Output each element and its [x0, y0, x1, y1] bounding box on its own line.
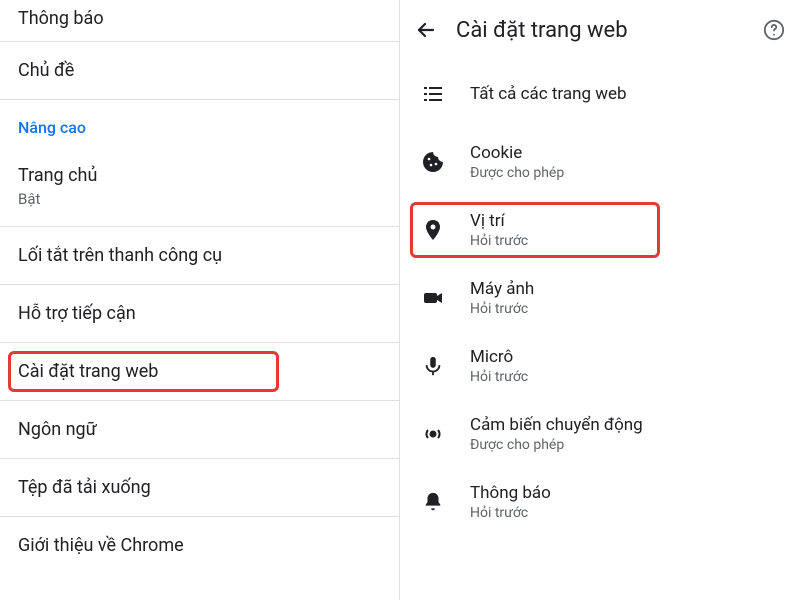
item-title: Thông báo	[470, 483, 551, 503]
item-title: Tệp đã tải xuống	[18, 477, 381, 498]
location-icon	[420, 217, 446, 243]
list-icon	[420, 81, 446, 107]
settings-item-language[interactable]: Ngôn ngữ	[0, 401, 399, 459]
item-subtitle: Được cho phép	[470, 437, 643, 453]
item-title: Cookie	[470, 143, 564, 163]
item-title: Micrô	[470, 347, 528, 367]
settings-item-accessibility[interactable]: Hỗ trợ tiếp cận	[0, 285, 399, 343]
settings-item-downloads[interactable]: Tệp đã tải xuống	[0, 459, 399, 517]
section-advanced: Nâng cao	[0, 100, 399, 147]
item-subtitle: Bật	[18, 190, 381, 208]
item-subtitle: Hỏi trước	[470, 369, 528, 385]
site-item-all-sites[interactable]: Tất cả các trang web	[400, 60, 800, 128]
sensor-icon	[420, 421, 446, 447]
site-item-notifications[interactable]: Thông báo Hỏi trước	[400, 468, 800, 536]
item-title: Cài đặt trang web	[18, 361, 381, 382]
settings-list: Thông báo Chủ đề Nâng cao Trang chủ Bật …	[0, 0, 400, 600]
site-settings-pane: Cài đặt trang web Tất cả các trang web C…	[400, 0, 800, 600]
item-title: Giới thiệu về Chrome	[18, 535, 381, 556]
settings-item-notifications[interactable]: Thông báo	[0, 0, 399, 42]
item-subtitle: Hỏi trước	[470, 505, 551, 521]
item-title: Thông báo	[18, 8, 381, 29]
back-button[interactable]	[414, 18, 438, 42]
bell-icon	[420, 489, 446, 515]
item-title: Cảm biến chuyển động	[470, 415, 643, 435]
help-icon	[763, 19, 785, 41]
item-title: Lối tắt trên thanh công cụ	[18, 245, 381, 266]
item-title: Máy ảnh	[470, 279, 534, 299]
help-button[interactable]	[762, 18, 786, 42]
site-item-motion-sensor[interactable]: Cảm biến chuyển động Được cho phép	[400, 400, 800, 468]
item-title: Trang chủ	[18, 165, 381, 186]
item-title: Chủ đề	[18, 60, 381, 81]
site-item-camera[interactable]: Máy ảnh Hỏi trước	[400, 264, 800, 332]
item-subtitle: Được cho phép	[470, 165, 564, 181]
item-title: Hỗ trợ tiếp cận	[18, 303, 381, 324]
site-item-location[interactable]: Vị trí Hỏi trước	[400, 196, 800, 264]
item-subtitle: Hỏi trước	[470, 301, 534, 317]
mic-icon	[420, 353, 446, 379]
item-subtitle: Hỏi trước	[470, 233, 528, 249]
settings-item-toolbar-shortcut[interactable]: Lối tắt trên thanh công cụ	[0, 227, 399, 285]
item-title: Tất cả các trang web	[470, 84, 627, 104]
settings-item-theme[interactable]: Chủ đề	[0, 42, 399, 100]
toolbar: Cài đặt trang web	[400, 0, 800, 60]
settings-item-homepage[interactable]: Trang chủ Bật	[0, 147, 399, 227]
arrow-left-icon	[414, 18, 438, 42]
settings-item-about-chrome[interactable]: Giới thiệu về Chrome	[0, 517, 399, 574]
page-title: Cài đặt trang web	[456, 18, 744, 43]
item-title: Ngôn ngữ	[18, 419, 381, 440]
site-item-microphone[interactable]: Micrô Hỏi trước	[400, 332, 800, 400]
item-title: Vị trí	[470, 211, 528, 231]
camera-icon	[420, 285, 446, 311]
settings-item-site-settings[interactable]: Cài đặt trang web	[0, 343, 399, 401]
cookie-icon	[420, 149, 446, 175]
site-item-cookie[interactable]: Cookie Được cho phép	[400, 128, 800, 196]
